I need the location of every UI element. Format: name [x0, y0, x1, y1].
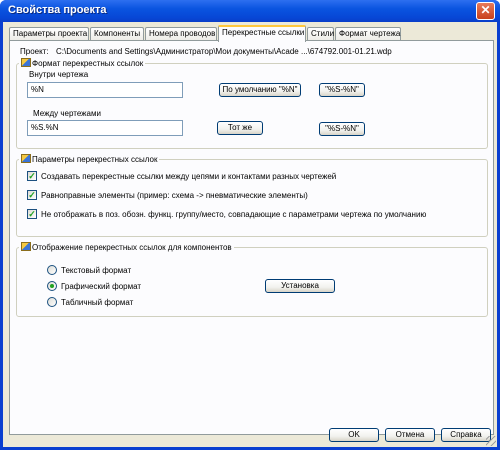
- project-label: Проект:: [20, 47, 49, 56]
- table-format-radio[interactable]: [47, 297, 57, 307]
- cross-drawing-refs-checkbox[interactable]: ✓: [27, 171, 37, 181]
- display-group-title-text: Отображение перекрестных ссылок для комп…: [32, 243, 232, 252]
- project-path: C:\Documents and Settings\Администратор\…: [56, 47, 392, 56]
- tab-components[interactable]: Компоненты: [90, 27, 144, 41]
- text-format-label: Текстовый формат: [61, 266, 132, 275]
- tab-drawing-format[interactable]: Формат чертежа: [335, 27, 401, 41]
- dialog-window: Свойства проекта ✕ Параметры проекта Ком…: [0, 0, 500, 450]
- same-format-button[interactable]: Тот же: [217, 121, 263, 135]
- options-group-icon: [21, 154, 31, 163]
- between-alt-format-button[interactable]: "%S-%N": [319, 122, 365, 136]
- resize-grip[interactable]: [486, 436, 496, 446]
- display-group-title: Отображение перекрестных ссылок для комп…: [19, 242, 234, 252]
- hide-default-location-checkbox[interactable]: ✓: [27, 209, 37, 219]
- peer-elements-checkbox[interactable]: ✓: [27, 190, 37, 200]
- within-drawing-label: Внутри чертежа: [29, 70, 89, 79]
- tab-styles[interactable]: Стили: [307, 27, 334, 41]
- graphic-format-radio[interactable]: [47, 281, 57, 291]
- tab-wire-numbers[interactable]: Номера проводов: [145, 27, 217, 41]
- cross-ref-options-group: Параметры перекрестных ссылок ✓ Создават…: [16, 154, 488, 237]
- table-format-label: Табличный формат: [61, 298, 134, 307]
- cancel-button[interactable]: Отмена: [385, 428, 435, 442]
- within-alt-format-button[interactable]: "%S-%N": [319, 83, 365, 97]
- format-group-title-text: Формат перекрестных ссылок: [32, 59, 144, 68]
- within-default-button[interactable]: По умолчанию "%N": [219, 83, 301, 97]
- ok-button[interactable]: OK: [329, 428, 379, 442]
- cross-drawing-refs-label: Создавать перекрестные ссылки между цепя…: [41, 172, 337, 181]
- options-group-title-text: Параметры перекрестных ссылок: [32, 155, 158, 164]
- text-format-radio[interactable]: [47, 265, 57, 275]
- tab-cross-references[interactable]: Перекрестные ссылки: [218, 25, 306, 42]
- title-bar[interactable]: Свойства проекта ✕: [0, 0, 500, 22]
- dialog-client: Параметры проекта Компоненты Номера пров…: [3, 22, 497, 447]
- hide-default-location-label: Не отображать в поз. обозн. функц. групп…: [41, 210, 427, 219]
- tab-panel: Проект: C:\Documents and Settings\Админи…: [9, 40, 494, 435]
- cross-ref-format-group: Формат перекрестных ссылок Внутри чертеж…: [16, 58, 488, 149]
- close-button[interactable]: ✕: [476, 2, 495, 20]
- format-group-title: Формат перекрестных ссылок: [19, 58, 146, 68]
- component-display-group: Отображение перекрестных ссылок для комп…: [16, 242, 488, 317]
- within-drawing-input[interactable]: %N: [27, 82, 183, 98]
- peer-elements-label: Равноправные элементы (пример: схема -> …: [41, 191, 308, 200]
- display-group-icon: [21, 242, 31, 251]
- window-title: Свойства проекта: [8, 4, 107, 16]
- setup-button[interactable]: Установка: [265, 279, 335, 293]
- format-group-icon: [21, 58, 31, 67]
- graphic-format-label: Графический формат: [61, 282, 142, 291]
- options-group-title: Параметры перекрестных ссылок: [19, 154, 160, 164]
- tab-project-params[interactable]: Параметры проекта: [9, 27, 89, 41]
- between-drawings-label: Между чертежами: [33, 109, 101, 118]
- between-drawings-input[interactable]: %S.%N: [27, 120, 183, 136]
- help-button[interactable]: Справка: [441, 428, 491, 442]
